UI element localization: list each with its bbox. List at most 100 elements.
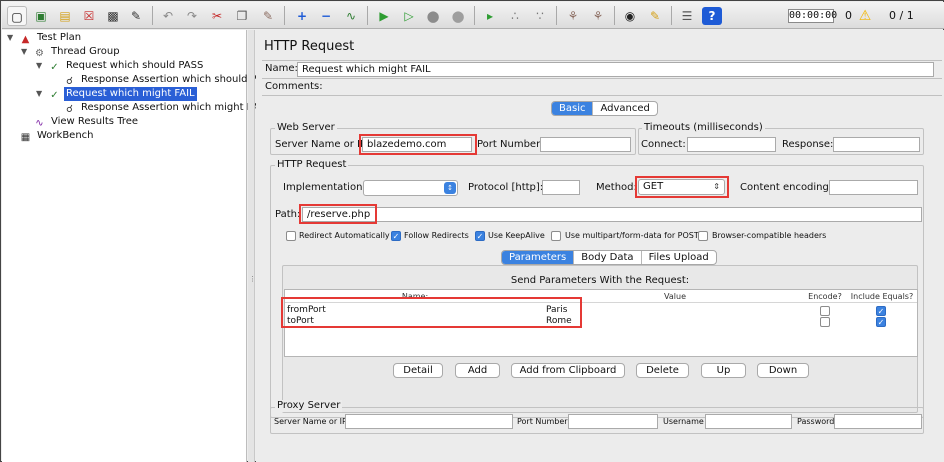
proxy-server-label: Server Name or IP: bbox=[274, 417, 350, 426]
expand-icon[interactable]: + bbox=[292, 6, 312, 26]
add-button[interactable]: Add bbox=[455, 363, 500, 378]
collapse-icon[interactable]: − bbox=[316, 6, 336, 26]
proxy-username-input[interactable] bbox=[705, 414, 792, 429]
highlight-box bbox=[359, 134, 477, 155]
name-input[interactable]: Request which might FAIL bbox=[297, 62, 934, 77]
remote-start-icon[interactable]: ▸ bbox=[480, 6, 500, 26]
browser-headers-label: Browser-compatible headers bbox=[712, 231, 827, 240]
keepalive-label: Use KeepAlive bbox=[488, 231, 545, 240]
remote-stop-icon[interactable]: ∴ bbox=[505, 6, 525, 26]
column-header-include-equals[interactable]: Include Equals? bbox=[848, 292, 916, 302]
column-header-value[interactable]: Value bbox=[545, 292, 805, 302]
down-button[interactable]: Down bbox=[757, 363, 809, 378]
save-as-icon[interactable]: ✎ bbox=[126, 6, 146, 26]
proxy-server-input[interactable] bbox=[345, 414, 513, 429]
highlight-box bbox=[635, 176, 729, 198]
redo-icon[interactable]: ↷ bbox=[182, 6, 202, 26]
paste-icon[interactable]: ✎ bbox=[258, 6, 278, 26]
connect-timeout-input[interactable] bbox=[687, 137, 776, 152]
include-equals-checkbox[interactable]: ✓ bbox=[876, 317, 886, 327]
thread-ratio: 0 / 1 bbox=[889, 9, 914, 22]
browser-headers-checkbox[interactable] bbox=[698, 231, 708, 241]
reset-search-icon[interactable]: ✎ bbox=[645, 6, 665, 26]
tree-node-label: Response Assertion which might FAIL bbox=[81, 102, 267, 113]
proxy-username-label: Username bbox=[663, 417, 704, 426]
tree-node-workbench[interactable]: ▦ WorkBench bbox=[19, 129, 96, 143]
cut-icon[interactable]: ✂ bbox=[207, 6, 227, 26]
protocol-input[interactable] bbox=[542, 180, 580, 195]
search-icon[interactable]: ◉ bbox=[620, 6, 640, 26]
column-header-encode[interactable]: Encode? bbox=[805, 292, 845, 302]
include-equals-checkbox[interactable]: ✓ bbox=[876, 306, 886, 316]
follow-redirects-checkbox[interactable]: ✓ bbox=[391, 231, 401, 241]
tab-body-data[interactable]: Body Data bbox=[574, 251, 642, 264]
expand-toggle-icon[interactable]: ▼ bbox=[7, 31, 13, 45]
copy-icon[interactable]: ❐ bbox=[232, 6, 252, 26]
remote-shutdown-icon[interactable]: ∵ bbox=[530, 6, 550, 26]
tab-files-upload[interactable]: Files Upload bbox=[642, 251, 716, 264]
redirect-auto-checkbox[interactable] bbox=[286, 231, 296, 241]
tab-advanced[interactable]: Advanced bbox=[593, 102, 656, 115]
help-icon[interactable]: ? bbox=[702, 7, 722, 25]
split-pane-divider[interactable]: ⋮ bbox=[248, 30, 256, 462]
start-no-pause-icon[interactable]: ▷ bbox=[399, 6, 419, 26]
toggle-icon[interactable]: ∿ bbox=[341, 6, 361, 26]
keepalive-checkbox[interactable]: ✓ bbox=[475, 231, 485, 241]
content-encoding-input[interactable] bbox=[829, 180, 918, 195]
clear-icon[interactable]: ⚘ bbox=[563, 6, 583, 26]
close-icon[interactable]: ☒ bbox=[79, 6, 99, 26]
toolbar-separator bbox=[556, 6, 557, 25]
port-input[interactable] bbox=[540, 137, 631, 152]
shutdown-icon[interactable]: ● bbox=[448, 6, 468, 26]
start-icon[interactable]: ▶ bbox=[374, 6, 394, 26]
tab-parameters[interactable]: Parameters bbox=[502, 251, 575, 264]
encode-checkbox[interactable] bbox=[820, 306, 830, 316]
stop-icon[interactable]: ● bbox=[423, 6, 443, 26]
page-title: HTTP Request bbox=[264, 39, 355, 54]
expand-toggle-icon[interactable]: ▼ bbox=[36, 59, 42, 73]
timeouts-group-label: Timeouts (milliseconds) bbox=[642, 122, 765, 134]
path-label: Path: bbox=[275, 209, 301, 220]
implementation-select[interactable]: ↕ bbox=[363, 180, 458, 196]
tree-node-thread-group[interactable]: ⚙ Thread Group bbox=[33, 45, 122, 59]
proxy-port-input[interactable] bbox=[568, 414, 658, 429]
spinner-arrows-icon: ↕ bbox=[444, 182, 456, 194]
tree-node-results-tree[interactable]: ∿ View Results Tree bbox=[33, 115, 140, 129]
sampler-icon: ✓ bbox=[50, 90, 59, 101]
proxy-port-label: Port Number: bbox=[517, 417, 571, 426]
redirect-auto-label: Redirect Automatically bbox=[299, 231, 390, 240]
encode-checkbox[interactable] bbox=[820, 317, 830, 327]
templates-icon[interactable]: ▣ bbox=[31, 6, 51, 26]
proxy-password-input[interactable] bbox=[834, 414, 922, 429]
path-input[interactable]: /reserve.php bbox=[302, 207, 922, 222]
save-icon[interactable]: ▩ bbox=[103, 6, 123, 26]
detail-button[interactable]: Detail bbox=[393, 363, 443, 378]
expand-toggle-icon[interactable]: ▼ bbox=[21, 45, 27, 59]
tab-basic[interactable]: Basic bbox=[552, 102, 594, 115]
warning-icon[interactable]: ⚠ bbox=[855, 6, 875, 26]
expand-toggle-icon[interactable]: ▼ bbox=[36, 87, 42, 101]
function-helper-icon[interactable]: ☰ bbox=[677, 6, 697, 26]
delete-button[interactable]: Delete bbox=[636, 363, 689, 378]
clear-all-icon[interactable]: ⚘ bbox=[588, 6, 608, 26]
open-icon[interactable]: ▤ bbox=[55, 6, 75, 26]
toolbar-separator bbox=[367, 6, 368, 25]
up-button[interactable]: Up bbox=[701, 363, 746, 378]
response-label: Response: bbox=[782, 139, 834, 150]
toolbar-separator bbox=[474, 6, 475, 25]
undo-icon[interactable]: ↶ bbox=[158, 6, 178, 26]
tree-node-assertion-pass[interactable]: ☌ Response Assertion which should PASS bbox=[63, 73, 278, 87]
tree-node-test-plan[interactable]: ▲ Test Plan bbox=[19, 31, 83, 45]
highlight-box bbox=[281, 297, 582, 328]
tree-node-request-fail[interactable]: ✓ Request which might FAIL bbox=[48, 87, 197, 101]
new-icon[interactable]: ▢ bbox=[7, 6, 27, 26]
connect-label: Connect: bbox=[641, 139, 686, 150]
tree-node-request-pass[interactable]: ✓ Request which should PASS bbox=[48, 59, 205, 73]
divider bbox=[262, 78, 942, 79]
add-from-clipboard-button[interactable]: Add from Clipboard bbox=[511, 363, 625, 378]
divider bbox=[262, 60, 942, 61]
follow-redirects-label: Follow Redirects bbox=[404, 231, 469, 240]
response-timeout-input[interactable] bbox=[833, 137, 920, 152]
multipart-checkbox[interactable] bbox=[551, 231, 561, 241]
tree-node-assertion-fail[interactable]: ☌ Response Assertion which might FAIL bbox=[63, 101, 269, 115]
